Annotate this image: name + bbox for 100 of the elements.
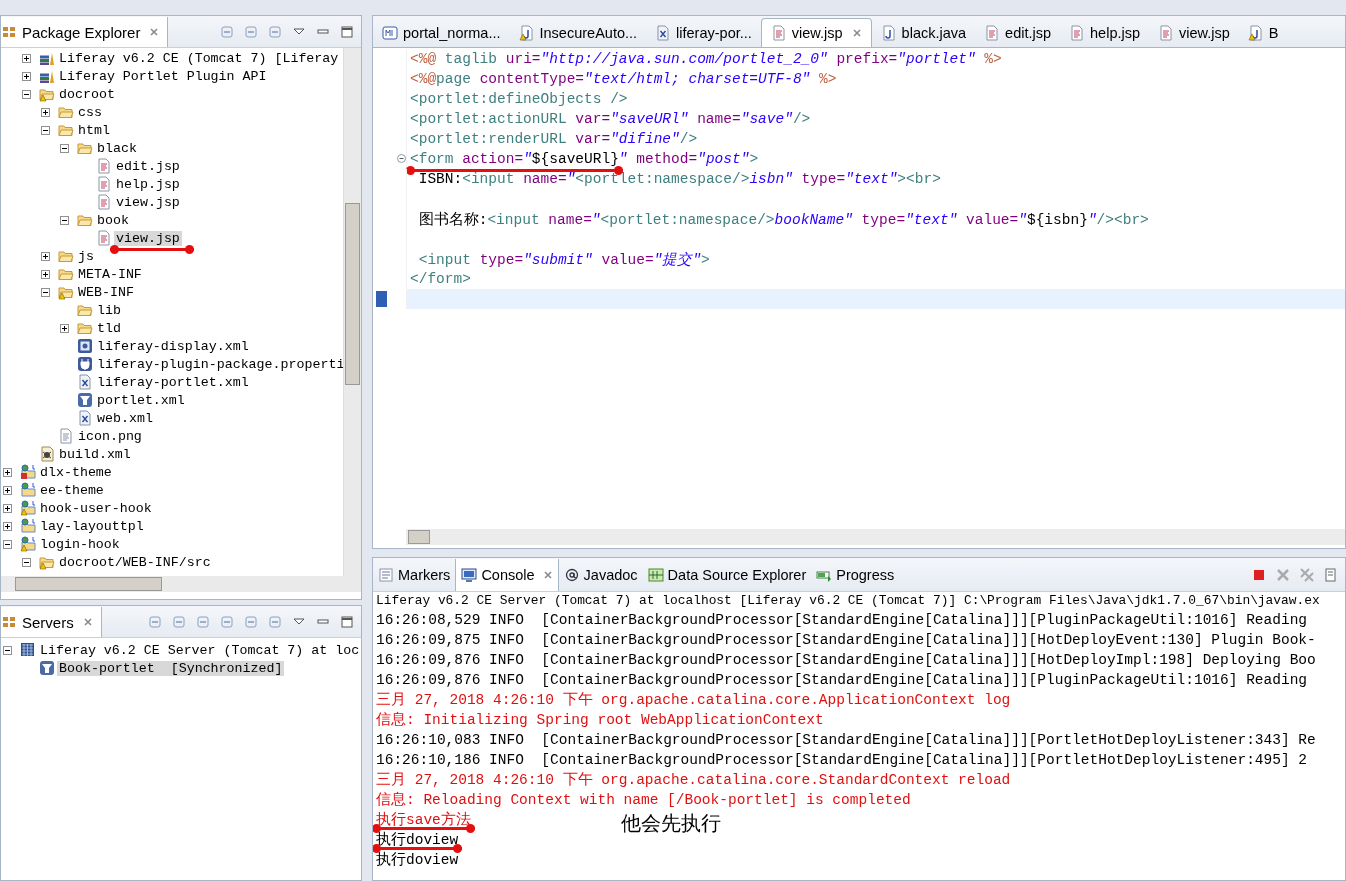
- file-icon: [96, 230, 112, 246]
- view-tab[interactable]: Servers: [1, 607, 102, 637]
- console-tab[interactable]: Progress: [811, 558, 900, 591]
- collapse-toggle[interactable]: [22, 89, 31, 99]
- console-line: 16:26:09,876 INFO [ContainerBackgroundProcessor[StandardEngine[Catalina]]][PluginPackageUtil:1016] Reading: [376, 672, 1308, 688]
- console-line: 16:26:08,529 INFO [ContainerBackgroundProcessor[StandardEngine[Catalina]]][PluginPackageUtil:1016] Reading: [376, 612, 1308, 628]
- expand-toggle[interactable]: [22, 71, 31, 81]
- expand-toggle[interactable]: [41, 269, 50, 279]
- console-line: 三月 27, 2018 4:26:10 下午 org.apache.catalina.core.StandardContext reload: [376, 772, 1011, 788]
- tree-item[interactable]: web.xml: [95, 410, 155, 426]
- expand-toggle[interactable]: [3, 503, 12, 513]
- collapse-toggle[interactable]: [41, 287, 50, 297]
- console-tab[interactable]: Markers: [373, 558, 456, 591]
- editor-tab[interactable]: black.java: [871, 19, 976, 47]
- close-icon[interactable]: [851, 28, 862, 38]
- tree-item[interactable]: WEB-INF: [76, 284, 136, 300]
- close-icon[interactable]: [542, 569, 553, 580]
- plug-icon: [77, 356, 93, 372]
- fold-toggle[interactable]: [397, 154, 406, 163]
- vertical-scrollbar[interactable]: [343, 48, 361, 576]
- tree-item[interactable]: portlet.xml: [95, 392, 187, 408]
- tree-item[interactable]: Liferay v6.2 CE (Tomcat 7) [Liferay: [57, 50, 341, 66]
- editor-tab[interactable]: view.jsp: [760, 18, 872, 47]
- tree-item[interactable]: Liferay v6.2 CE Server (Tomcat 7) at loc: [38, 642, 361, 658]
- tree-item[interactable]: Book-portlet [Synchronized]: [57, 660, 285, 676]
- file-icon: [96, 176, 112, 192]
- collapse-toggle[interactable]: [3, 539, 12, 549]
- tree-item[interactable]: login-hook: [38, 536, 122, 552]
- expand-toggle[interactable]: [3, 485, 12, 495]
- portlet-icon: [39, 660, 55, 676]
- collapse-toggle[interactable]: [41, 125, 50, 135]
- collapse-toggle[interactable]: [22, 557, 31, 567]
- editor-tab[interactable]: edit.jsp: [975, 19, 1061, 47]
- editor-tab[interactable]: help.jsp: [1060, 19, 1149, 47]
- editor-tab[interactable]: portal_norma...: [373, 19, 510, 47]
- file-icon: [58, 428, 74, 444]
- code-line: <portlet:defineObjects />: [409, 91, 628, 107]
- console-tab[interactable]: Javadoc: [558, 558, 643, 591]
- expand-toggle[interactable]: [3, 521, 12, 531]
- console-tab[interactable]: Data Source Explorer: [642, 558, 812, 591]
- tree-item[interactable]: view.jsp: [114, 230, 182, 246]
- console-line: 信息: Initializing Spring root WebApplicationContext: [376, 712, 824, 728]
- tree-item[interactable]: css: [76, 104, 104, 120]
- editor-tab[interactable]: B: [1238, 19, 1288, 47]
- view-tab[interactable]: Package Explorer: [1, 17, 169, 47]
- console-tab[interactable]: Console: [455, 558, 559, 591]
- close-icon[interactable]: [82, 617, 93, 627]
- expand-toggle[interactable]: [41, 251, 50, 261]
- tree-item[interactable]: Liferay Portlet Plugin API: [57, 68, 269, 84]
- tree-item[interactable]: lay-layouttpl: [38, 518, 146, 534]
- tree-item[interactable]: docroot/WEB-INF/src: [57, 554, 213, 570]
- maximize-icon[interactable]: [339, 614, 355, 630]
- tree-item[interactable]: lib: [95, 302, 123, 318]
- folder-warning-icon: [58, 284, 74, 300]
- expand-toggle[interactable]: [41, 107, 50, 117]
- close-icon[interactable]: [149, 27, 160, 37]
- xml-file-icon: [655, 25, 672, 41]
- project-warning-icon: [20, 500, 36, 516]
- folder-icon: [58, 248, 74, 264]
- code-line: <%@page contentType="text/html; charset=UTF-8" %>: [409, 71, 837, 87]
- tree-item[interactable]: tld: [95, 320, 123, 336]
- collapse-toggle[interactable]: [3, 645, 12, 655]
- editor-tab[interactable]: liferay-por...: [646, 19, 761, 47]
- tree-item[interactable]: hook-user-hook: [38, 500, 154, 516]
- tree-item[interactable]: liferay-portlet.xml: [95, 374, 251, 390]
- editor-tab[interactable]: InsecureAuto...: [509, 19, 647, 47]
- editor-tab[interactable]: view.jsp: [1149, 19, 1239, 47]
- tree-item[interactable]: book: [95, 212, 131, 228]
- tree-item[interactable]: ee-theme: [38, 482, 106, 498]
- horizontal-scrollbar[interactable]: [406, 529, 1345, 545]
- file-icon: [984, 25, 1001, 41]
- tree-item[interactable]: liferay-plugin-package.properti: [95, 356, 343, 372]
- expand-toggle[interactable]: [3, 467, 12, 477]
- tree-item[interactable]: icon.png: [76, 428, 144, 444]
- tree-item[interactable]: liferay-display.xml: [95, 338, 251, 354]
- tree-item[interactable]: view.jsp: [114, 194, 182, 210]
- tree-item[interactable]: META-INF: [76, 266, 144, 282]
- tree-item[interactable]: build.xml: [57, 446, 133, 462]
- server-icon: [20, 642, 36, 658]
- tree-item[interactable]: black: [95, 140, 139, 156]
- collapse-toggle[interactable]: [60, 215, 69, 225]
- console-line: 16:26:09,875 INFO [ContainerBackgroundProcessor[StandardEngine[Catalina]]][HotDeployEvent:130] Plugin Book-: [376, 632, 1316, 648]
- package-folder-icon: [39, 554, 55, 570]
- collapse-toggle[interactable]: [60, 143, 69, 153]
- folder-icon: [77, 302, 93, 318]
- servers-view-icon: [1, 614, 17, 630]
- horizontal-scrollbar[interactable]: [1, 576, 361, 592]
- tree-item[interactable]: docroot: [57, 86, 117, 102]
- folder-icon: [58, 122, 74, 138]
- expand-toggle[interactable]: [60, 323, 69, 333]
- tree-item[interactable]: js: [76, 248, 96, 264]
- tree-item[interactable]: dlx-theme: [38, 464, 114, 480]
- tree-item[interactable]: edit.jsp: [114, 158, 182, 174]
- console-line: 三月 27, 2018 4:26:10 下午 org.apache.catalina.core.ApplicationContext log: [376, 692, 1011, 708]
- console-line: 执行doview: [376, 852, 459, 868]
- tree-item[interactable]: help.jsp: [114, 176, 182, 192]
- console-line: 16:26:09,876 INFO [ContainerBackgroundProcessor[StandardEngine[Catalina]]][HotDeployImpl:198] Deploying Boo: [376, 652, 1316, 668]
- expand-toggle[interactable]: [22, 53, 31, 63]
- tree-item[interactable]: html: [76, 122, 112, 138]
- maximize-icon[interactable]: [339, 24, 355, 40]
